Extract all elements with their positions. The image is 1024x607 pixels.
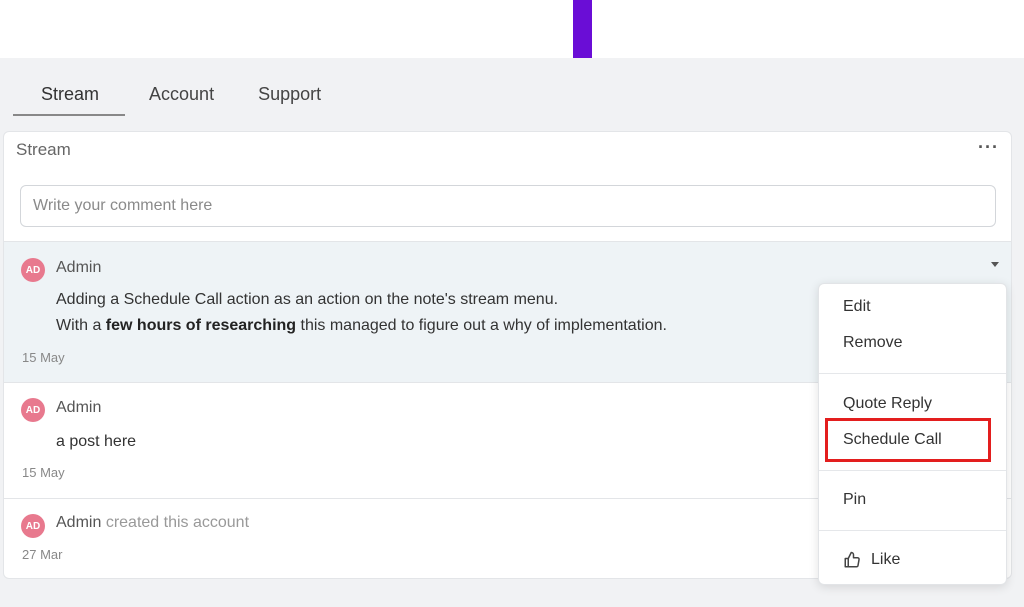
comment-input[interactable]: [20, 185, 996, 227]
menu-item-remove[interactable]: Remove: [843, 334, 903, 352]
menu-divider: [819, 470, 1006, 471]
menu-divider: [819, 530, 1006, 531]
entry-author[interactable]: Admin: [56, 514, 101, 531]
menu-item-like-label: Like: [871, 551, 901, 568]
tab-stream[interactable]: Stream: [13, 74, 126, 116]
entry-author[interactable]: Admin: [56, 259, 101, 277]
tab-account[interactable]: Account: [127, 74, 236, 116]
entry-date: 27 Mar: [22, 547, 63, 562]
tab-support[interactable]: Support: [236, 74, 343, 116]
panel-title: Stream: [16, 140, 71, 159]
ellipsis-icon[interactable]: ···: [978, 138, 999, 156]
avatar: AD: [21, 514, 45, 538]
menu-item-like[interactable]: Like: [843, 551, 900, 569]
menu-item-pin[interactable]: Pin: [843, 491, 866, 509]
entry-body-line: With a few hours of researching this man…: [56, 317, 667, 335]
entry-body-line: a post here: [56, 433, 137, 450]
entry-author[interactable]: Admin: [56, 399, 101, 417]
body-text: this managed to figure out a why of impl…: [296, 317, 667, 334]
body-bold-text: few hours of researching: [105, 317, 297, 334]
top-bar: [0, 0, 1024, 58]
entry-date: 15 May: [22, 465, 65, 480]
entry-date: 15 May: [22, 350, 65, 365]
entry-activity: Admin created this account: [56, 514, 249, 532]
menu-item-edit[interactable]: Edit: [843, 298, 871, 316]
menu-divider: [819, 373, 1006, 374]
highlight-box: [825, 418, 991, 462]
entry-body-line: Adding a Schedule Call action as an acti…: [56, 291, 559, 308]
avatar: AD: [21, 258, 45, 282]
avatar: AD: [21, 398, 45, 422]
menu-item-quote-reply[interactable]: Quote Reply: [843, 395, 932, 413]
tab-bar: Stream Account Support: [13, 74, 343, 116]
body-text: With a: [56, 317, 106, 334]
accent-bar: [573, 0, 592, 60]
thumbs-up-icon: [844, 551, 860, 568]
entry-action: created this account: [105, 514, 250, 531]
caret-down-icon[interactable]: [991, 262, 999, 267]
stream-action-menu: Edit Remove Quote Reply Schedule Call Pi…: [818, 283, 1007, 585]
